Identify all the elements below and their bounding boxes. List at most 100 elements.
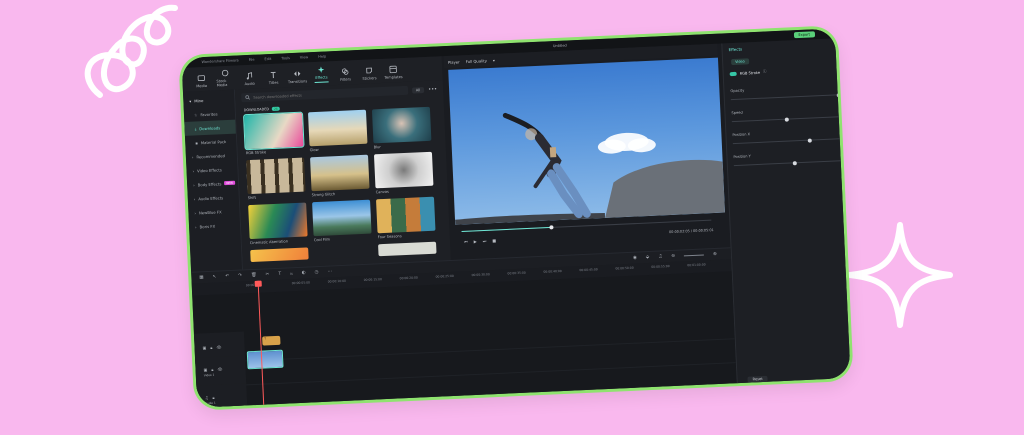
chevron-down-icon[interactable]: ▾ <box>493 57 495 62</box>
menu-item-view[interactable]: View <box>300 55 308 59</box>
position-y-slider[interactable] <box>733 160 844 167</box>
menu-item-file[interactable]: File <box>249 58 255 62</box>
menu-item-edit[interactable]: Edit <box>264 57 271 61</box>
menu-item-help[interactable]: Help <box>318 54 326 58</box>
export-button[interactable]: Export <box>793 31 816 39</box>
titles-icon <box>269 70 278 79</box>
effect-card[interactable]: Strong Glitch <box>310 154 372 200</box>
opacity-slider[interactable] <box>730 92 841 101</box>
stop-icon[interactable]: ■ <box>492 237 496 242</box>
ruler-tick: 00:00:55:00 <box>651 264 670 269</box>
tool-label: Templates <box>384 74 403 80</box>
speed-icon[interactable]: ◷ <box>315 270 319 275</box>
video-clip[interactable] <box>246 349 284 370</box>
tool-titles[interactable]: Titles <box>264 69 283 85</box>
tool-transitions[interactable]: Transitions <box>288 68 307 84</box>
effect-card[interactable]: Four Seasons <box>376 196 438 242</box>
step-back-icon[interactable]: ⏮ <box>464 239 468 244</box>
redo-icon[interactable]: ↷ <box>238 273 242 278</box>
chevron-right-icon: › <box>193 196 196 202</box>
ruler-tick: 00:00:15:00 <box>363 277 383 282</box>
tab-effects[interactable]: Effects <box>728 47 742 53</box>
color-icon[interactable]: ◐ <box>302 271 306 276</box>
tool-audio[interactable]: Audio <box>240 71 259 87</box>
marker-icon[interactable]: ⬙ <box>646 255 650 260</box>
search-box[interactable] <box>241 85 408 103</box>
sidebar-item-label: Favorites <box>200 110 218 117</box>
playhead-handle[interactable] <box>254 280 262 287</box>
reset-button[interactable]: Reset <box>747 375 768 383</box>
info-icon: ⓘ <box>762 69 767 74</box>
search-input[interactable] <box>253 89 374 100</box>
sidebar-item-label: Downloads <box>199 124 221 131</box>
sidebar-item-boris-fx[interactable]: › Boris FX <box>189 218 241 234</box>
tool-templates[interactable]: Templates <box>384 64 403 80</box>
lock-icon[interactable]: 🔒︎ <box>210 345 212 350</box>
filter-dropdown[interactable]: All <box>411 86 425 94</box>
crop-icon[interactable]: ⌗ <box>290 271 293 277</box>
effect-thumbnail <box>248 202 308 240</box>
play-icon[interactable]: ▶ <box>473 238 476 243</box>
effect-toggle-row: RGB Stroke ⓘ <box>729 69 767 76</box>
tool-effects[interactable]: Effects <box>312 64 331 83</box>
tool-stickers[interactable]: Stickers <box>360 65 379 81</box>
more-options-icon[interactable]: ••• <box>428 86 437 92</box>
zoom-out-icon[interactable]: ⊖ <box>671 254 675 259</box>
undo-icon[interactable]: ↶ <box>225 274 229 279</box>
slider-knob[interactable] <box>836 92 841 97</box>
menu-item-app[interactable]: Wondershare Filmora <box>202 58 239 64</box>
ruler-tick: 00:00:20:00 <box>399 275 419 281</box>
effect-card[interactable]: Glow <box>307 109 370 155</box>
effect-card[interactable]: Shift <box>246 157 308 202</box>
text-clip[interactable]: T <box>262 335 281 346</box>
zoom-slider[interactable] <box>684 254 705 257</box>
effect-label: Glow <box>309 147 319 153</box>
tool-media[interactable]: Media <box>192 73 211 89</box>
audio-mix-icon[interactable]: ♫ <box>658 254 662 259</box>
effect-thumbnail <box>376 196 436 234</box>
eye-icon[interactable]: 👁︎ <box>216 344 221 349</box>
slider-knob[interactable] <box>784 117 789 122</box>
track-controls: ♫ 🔒︎ <box>205 394 215 399</box>
eye-icon[interactable]: 👁︎ <box>217 366 222 371</box>
track-controls: ▣ 🔒︎ 👁︎ <box>203 366 222 372</box>
effect-toggle[interactable] <box>729 71 737 76</box>
effect-card[interactable]: Cinematic Aberration <box>248 202 310 247</box>
audio-icon <box>245 71 254 80</box>
tab-video[interactable]: Video <box>731 58 749 66</box>
lock-icon[interactable]: 🔒︎ <box>212 394 214 399</box>
text-icon[interactable]: T <box>278 272 281 277</box>
lock-icon[interactable]: 🔒︎ <box>211 366 213 371</box>
tool-stock-media[interactable]: Stock Media <box>216 68 235 87</box>
slider-knob[interactable] <box>807 138 812 143</box>
effect-card[interactable]: Cool Film <box>312 199 374 245</box>
slider-knob[interactable] <box>792 160 797 165</box>
effect-card[interactable]: Canvas <box>373 151 436 197</box>
delete-icon[interactable]: 🗑 <box>251 273 257 278</box>
cut-icon[interactable]: ✂ <box>266 272 270 277</box>
sidebar-item-label: Video Effects <box>196 166 222 173</box>
effect-card[interactable]: Blur <box>371 106 434 152</box>
select-icon[interactable]: ↖ <box>213 275 217 280</box>
tool-label: Media <box>196 83 208 89</box>
effect-label: Cool Film <box>313 237 331 243</box>
quality-dropdown[interactable]: Full Quality <box>466 58 487 64</box>
search-row: All ••• <box>241 84 437 103</box>
tool-filters[interactable]: Filters <box>336 66 355 82</box>
ruler-tick: 00:00:25:00 <box>435 273 454 279</box>
more-icon[interactable]: ⋯ <box>327 269 332 274</box>
speed-slider[interactable] <box>731 116 842 123</box>
snap-icon[interactable]: ◉ <box>633 256 637 261</box>
menu-item-tools[interactable]: Tools <box>281 56 290 60</box>
effect-thumbnail <box>378 241 437 257</box>
tool-label: Transitions <box>287 79 308 85</box>
effect-label: Shift <box>247 195 257 201</box>
effect-card[interactable]: RGB Stroke <box>243 111 306 158</box>
position-x-slider[interactable] <box>732 138 843 145</box>
step-forward-icon[interactable]: ⏭ <box>483 238 487 243</box>
zoom-in-icon[interactable]: ⊕ <box>713 252 717 257</box>
grid-icon[interactable]: ▦ <box>199 275 203 280</box>
video-preview[interactable] <box>448 57 725 225</box>
chevron-right-icon: › <box>194 210 197 216</box>
param-label: Position X <box>732 132 751 138</box>
